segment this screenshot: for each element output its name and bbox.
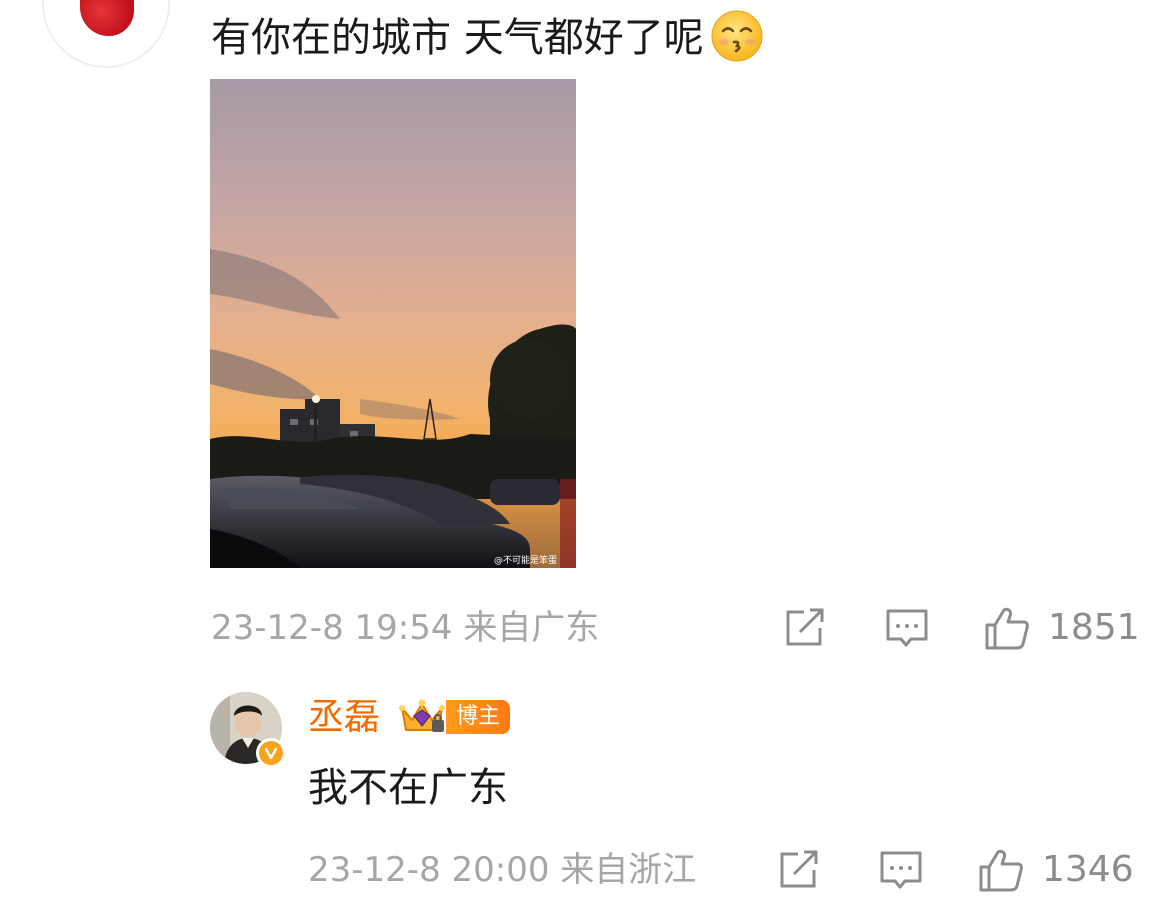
comment-time: 23-12-8 19:54 <box>211 608 453 648</box>
comment-like-count: 1851 <box>1048 607 1140 648</box>
comment-text: 有你在的城市 天气都好了呢 <box>211 8 764 68</box>
reply-text: 我不在广东 <box>308 765 508 811</box>
comment-icon[interactable] <box>878 848 924 892</box>
reply-like-count: 1346 <box>1042 849 1134 890</box>
photo-watermark: @不可能是笨蛋 <box>494 554 557 566</box>
comment-meta-row: 23-12-8 19:54 来自广东 1851 <box>0 598 1170 658</box>
share-icon[interactable] <box>776 848 822 892</box>
comment-location: 来自广东 <box>463 608 600 648</box>
kissing-face-emoji-icon <box>711 10 763 62</box>
reply-time: 23-12-8 20:00 <box>308 850 550 890</box>
sunset-photo-image: @不可能是笨蛋 <box>210 79 576 568</box>
comment-photo[interactable]: @不可能是笨蛋 <box>210 79 576 568</box>
reply-author-name[interactable]: 丞磊 <box>308 694 380 742</box>
like-icon[interactable] <box>978 848 1024 892</box>
comment-body: 有你在的城市 天气都好了呢 <box>211 15 704 61</box>
verified-badge-icon <box>256 738 286 768</box>
like-icon[interactable] <box>984 606 1030 650</box>
comment-icon[interactable] <box>884 606 930 650</box>
reply-meta-row: 23-12-8 20:00 来自浙江 1346 <box>0 840 1170 900</box>
reply-location: 来自浙江 <box>560 850 697 890</box>
share-icon[interactable] <box>782 606 828 650</box>
commenter-avatar[interactable] <box>42 0 170 68</box>
reply-timestamp: 23-12-8 20:00 来自浙江 <box>308 848 696 892</box>
blogger-tag-label: 博主 <box>446 700 511 734</box>
strawberry-avatar-image <box>80 0 134 36</box>
comment-timestamp: 23-12-8 19:54 来自广东 <box>211 606 599 650</box>
